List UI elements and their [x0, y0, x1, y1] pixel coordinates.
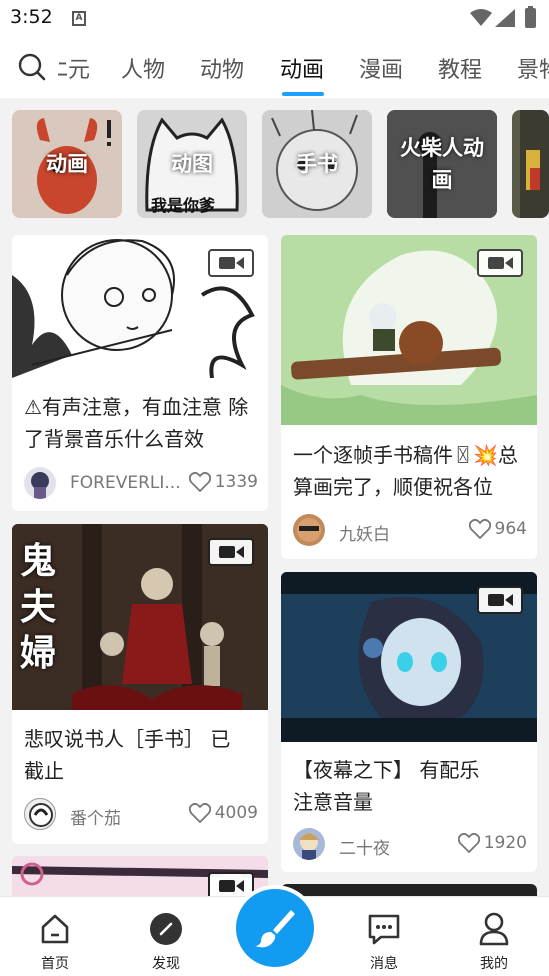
status-bar: 3:52 A [0, 0, 549, 38]
heart-icon [468, 519, 491, 539]
battery-icon [525, 6, 536, 28]
author-name[interactable]: 九妖白 [339, 520, 390, 545]
discover-icon [150, 913, 182, 945]
avatar[interactable] [24, 798, 56, 830]
author-name[interactable]: 二十夜 [339, 834, 390, 859]
thumbnail-calligraphy-text: 鬼夫婦 [20, 540, 57, 674]
video-badge-icon [477, 249, 523, 277]
heart-icon [188, 472, 211, 492]
heart-icon [457, 833, 480, 853]
post-card[interactable]: 一个逐帧手书稿件〿💥总算画完了，顺便祝各位 九妖白 964 [281, 235, 537, 559]
brush-icon [255, 910, 295, 948]
post-card[interactable]: 鬼夫婦 悲叹说书人［手书］ 已截止 番个茄 4009 [12, 524, 268, 844]
tab-characters[interactable]: 人物 [121, 52, 165, 84]
nav-messages-label: 消息 [370, 956, 398, 972]
status-time: 3:52 [10, 6, 53, 28]
message-icon [368, 914, 400, 945]
subcategory-animation[interactable]: 动画 [12, 110, 122, 218]
author-name[interactable]: FOREVERLI... [70, 473, 181, 493]
subcategory-row: 动画 动图 我是你爹 手书 火柴人动画 [0, 98, 549, 228]
nav-home-label: 首页 [41, 956, 69, 972]
nav-messages[interactable]: 消息 [349, 911, 419, 973]
post-meta: 九妖白 964 [293, 514, 527, 548]
subcategory-more[interactable] [512, 110, 549, 218]
like-count: 964 [494, 519, 527, 539]
wifi-icon [470, 9, 492, 26]
tab-tutorials[interactable]: 教程 [438, 52, 482, 84]
post-meta: 番个茄 4009 [24, 798, 258, 832]
tab-scenery[interactable]: 景物 [517, 52, 549, 84]
post-card[interactable]: 【夜幕之下】 有配乐注意音量 二十夜 1920 [281, 572, 537, 872]
nav-discover[interactable]: 发现 [131, 911, 201, 973]
nav-profile[interactable]: 我的 [459, 911, 529, 973]
post-meta: 二十夜 1920 [293, 828, 527, 862]
signal-icon [495, 9, 515, 27]
like-button[interactable]: 4009 [188, 803, 258, 823]
avatar[interactable] [293, 514, 325, 546]
subcategory-gif-caption: 我是你爹 [151, 196, 216, 215]
tab-animals[interactable]: 动物 [200, 52, 244, 84]
author-name[interactable]: 番个茄 [70, 804, 121, 829]
like-button[interactable]: 1920 [457, 833, 527, 853]
subcategory-handwritten[interactable]: 手书 [262, 110, 372, 218]
like-count: 1339 [214, 472, 258, 492]
like-button[interactable]: 1339 [188, 472, 258, 492]
create-button[interactable] [232, 885, 318, 971]
nav-home[interactable]: 首页 [20, 911, 90, 973]
nav-discover-label: 发现 [152, 956, 180, 972]
like-count: 1920 [483, 833, 527, 853]
subcategory-gif[interactable]: 动图 我是你爹 [137, 110, 247, 218]
home-icon [41, 914, 69, 944]
tab-erciyuan[interactable]: ﾆ元 [57, 52, 90, 84]
video-badge-icon [477, 586, 523, 614]
post-meta: FOREVERLI... 1339 [24, 467, 258, 501]
subcategory-more-image [520, 110, 549, 218]
post-title: ⚠有声注意，有血注意 除了背景音乐什么音效 [24, 395, 249, 451]
post-title: 一个逐帧手书稿件〿💥总算画完了，顺便祝各位 [293, 443, 518, 499]
like-count: 4009 [214, 803, 258, 823]
active-tab-indicator [282, 92, 324, 96]
subcategory-handwritten-label: 手书 [296, 152, 338, 176]
post-card[interactable]: ⚠有声注意，有血注意 除了背景音乐什么音效 FOREVERLI... 1339 [12, 235, 268, 511]
tab-comics[interactable]: 漫画 [359, 52, 403, 84]
post-title: 悲叹说书人［手书］ 已截止 [24, 727, 231, 783]
profile-icon [479, 912, 509, 946]
subcategory-animation-label: 动画 [46, 152, 88, 176]
sim-notification-icon: A [72, 11, 86, 26]
video-badge-icon [208, 538, 254, 566]
avatar[interactable] [24, 467, 56, 499]
category-tab-bar: ﾆ元 人物 动物 动画 漫画 教程 景物 [0, 38, 549, 98]
subcategory-stickman[interactable]: 火柴人动画 [387, 110, 497, 218]
nav-profile-label: 我的 [480, 956, 508, 972]
subcategory-stickman-label: 火柴人动画 [400, 136, 484, 192]
like-button[interactable]: 964 [468, 519, 527, 539]
tab-animation[interactable]: 动画 [280, 52, 324, 84]
heart-icon [188, 803, 211, 823]
post-title: 【夜幕之下】 有配乐注意音量 [293, 758, 480, 814]
avatar[interactable] [293, 828, 325, 860]
video-badge-icon [208, 249, 254, 277]
search-icon[interactable] [18, 53, 46, 81]
